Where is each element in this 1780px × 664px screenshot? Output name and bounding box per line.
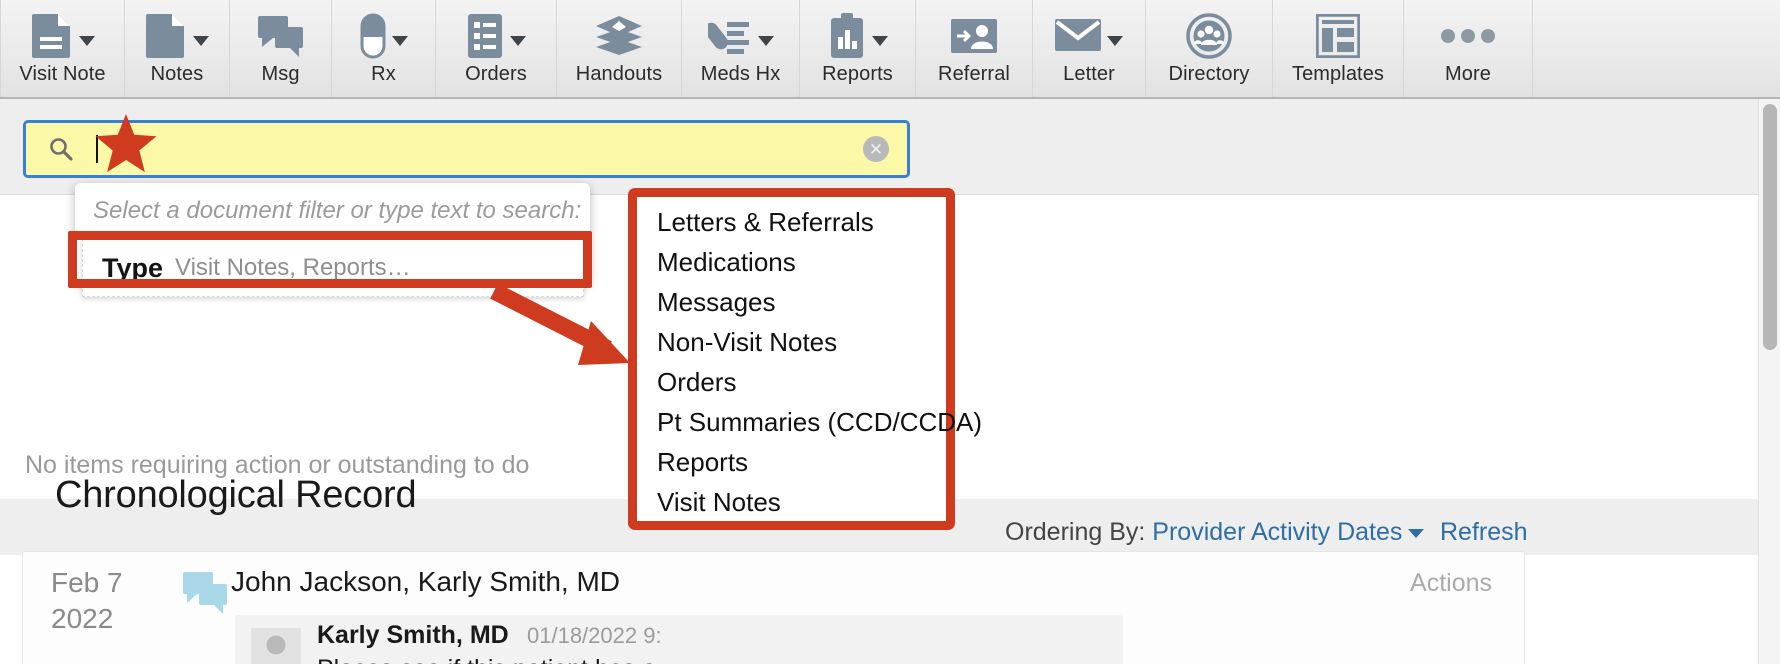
- main-toolbar: Visit Note Notes Msg Rx Orders Handouts Meds H…: [0, 0, 1780, 99]
- record-date-year: 2022: [51, 603, 114, 634]
- annotation-star: [94, 114, 158, 176]
- search-icon: [48, 136, 74, 162]
- type-menu-item[interactable]: Reports: [637, 442, 946, 482]
- handouts-icon: [595, 15, 643, 57]
- message-timestamp: 01/18/2022 9:: [527, 623, 662, 648]
- toolbar-button-label: Notes: [150, 63, 204, 85]
- ordering-by-value[interactable]: Provider Activity Dates: [1152, 518, 1402, 546]
- toolbar-button-templates[interactable]: Templates: [1273, 0, 1404, 97]
- chevron-down-icon[interactable]: [78, 36, 95, 46]
- ordering-by-control[interactable]: Ordering By: Provider Activity Dates: [1005, 518, 1425, 547]
- clear-search-icon[interactable]: ✕: [863, 136, 889, 162]
- record-title[interactable]: John Jackson, Karly Smith, MD: [231, 566, 620, 598]
- type-menu-item[interactable]: Medications: [637, 242, 946, 282]
- toolbar-button-label: Templates: [1291, 63, 1385, 85]
- filter-popup-hint: Select a document filter or type text to…: [93, 197, 582, 224]
- toolbar-button-label: Visit Note: [19, 63, 106, 85]
- record-date-day: Feb 7: [51, 567, 123, 598]
- chevron-down-icon[interactable]: [510, 36, 526, 46]
- type-menu-item[interactable]: Letters & Referrals: [637, 202, 946, 242]
- type-menu-item[interactable]: Orders: [637, 362, 946, 402]
- pill-icon: [360, 13, 386, 59]
- filter-row-type-value: Visit Notes, Reports…: [175, 254, 411, 281]
- search-strip: ✕ Today03/202104/202005/201906/201807/20…: [0, 99, 1780, 310]
- toolbar-button-reports[interactable]: Reports: [800, 0, 916, 97]
- meds-hx-icon: [707, 14, 752, 58]
- toolbar-button-label: Letter: [1063, 63, 1115, 85]
- record-card[interactable]: Feb 7 2022 John Jackson, Karly Smith, MD…: [22, 551, 1525, 664]
- conversation-icon: [183, 572, 229, 614]
- toolbar-button-label: Orders: [465, 63, 527, 85]
- application-window: Visit Note Notes Msg Rx Orders Handouts Meds H…: [0, 0, 1780, 664]
- chevron-down-icon[interactable]: [1408, 528, 1425, 538]
- person-avatar-icon: [251, 628, 301, 664]
- chevron-down-icon[interactable]: [1107, 36, 1123, 46]
- vertical-scrollbar[interactable]: [1758, 99, 1780, 664]
- toolbar-button-msg[interactable]: Msg: [230, 0, 332, 97]
- chevron-down-icon[interactable]: [391, 36, 408, 46]
- templates-icon: [1316, 14, 1360, 58]
- toolbar-button-label: Directory: [1168, 63, 1250, 85]
- toolbar-button-letter[interactable]: Letter: [1033, 0, 1146, 97]
- toolbar-button-notes[interactable]: Notes: [125, 0, 230, 97]
- document-filter-popup[interactable]: Select a document filter or type text to…: [75, 183, 590, 297]
- notes-icon: [145, 13, 187, 59]
- chevron-down-icon[interactable]: [871, 36, 888, 46]
- type-menu-item[interactable]: Messages: [637, 282, 946, 322]
- toolbar-button-label: Reports: [822, 63, 893, 85]
- message-icon: [257, 14, 304, 58]
- toolbar-button-label: Msg: [261, 63, 300, 85]
- toolbar-button-rx[interactable]: Rx: [332, 0, 436, 97]
- scrollbar-thumb[interactable]: [1763, 104, 1777, 350]
- toolbar-button-handouts[interactable]: Handouts: [557, 0, 682, 97]
- toolbar-button-orders[interactable]: Orders: [436, 0, 557, 97]
- directory-icon: [1186, 13, 1232, 59]
- filter-row-type-label: Type: [102, 252, 164, 283]
- referral-icon: [951, 17, 997, 55]
- toolbar-button-directory[interactable]: Directory: [1146, 0, 1273, 97]
- type-menu-item[interactable]: Pt Summaries (CCD/CCDA): [637, 402, 982, 442]
- reports-icon: [828, 13, 866, 59]
- message-author: Karly Smith, MD: [317, 621, 509, 649]
- toolbar-button-more[interactable]: More: [1404, 0, 1533, 97]
- toolbar-button-label: Handouts: [575, 63, 663, 85]
- more-dots-icon: [1440, 28, 1496, 44]
- toolbar-button-label: Meds Hx: [700, 63, 781, 85]
- message-text: Please see if this patient has a: [317, 655, 656, 664]
- chevron-down-icon[interactable]: [757, 36, 774, 46]
- record-date: Feb 7 2022: [51, 565, 123, 637]
- type-filter-dropdown[interactable]: Letters & Referrals Medications Messages No…: [628, 188, 982, 530]
- visit-note-icon: [31, 13, 73, 59]
- record-message-block: Karly Smith, MD 01/18/2022 9: Please see…: [235, 615, 1123, 664]
- toolbar-button-meds-hx[interactable]: Meds Hx: [682, 0, 800, 97]
- toolbar-button-referral[interactable]: Referral: [916, 0, 1033, 97]
- type-menu-item[interactable]: Non-Visit Notes: [637, 322, 946, 362]
- chevron-down-icon[interactable]: [193, 36, 209, 46]
- letter-icon: [1055, 18, 1101, 54]
- type-menu-item[interactable]: Visit Notes: [637, 482, 946, 522]
- orders-icon: [466, 13, 504, 59]
- page-title: Chronological Record: [55, 474, 417, 516]
- toolbar-button-label: Referral: [938, 63, 1010, 85]
- toolbar-button-label: Rx: [371, 63, 396, 85]
- record-actions-menu[interactable]: Actions: [1410, 569, 1492, 598]
- toolbar-button-visit-note[interactable]: Visit Note: [0, 0, 125, 97]
- refresh-link[interactable]: Refresh: [1440, 518, 1528, 547]
- ordering-by-label: Ordering By:: [1005, 518, 1146, 546]
- toolbar-button-label: More: [1445, 63, 1491, 85]
- annotation-arrow: [490, 283, 650, 385]
